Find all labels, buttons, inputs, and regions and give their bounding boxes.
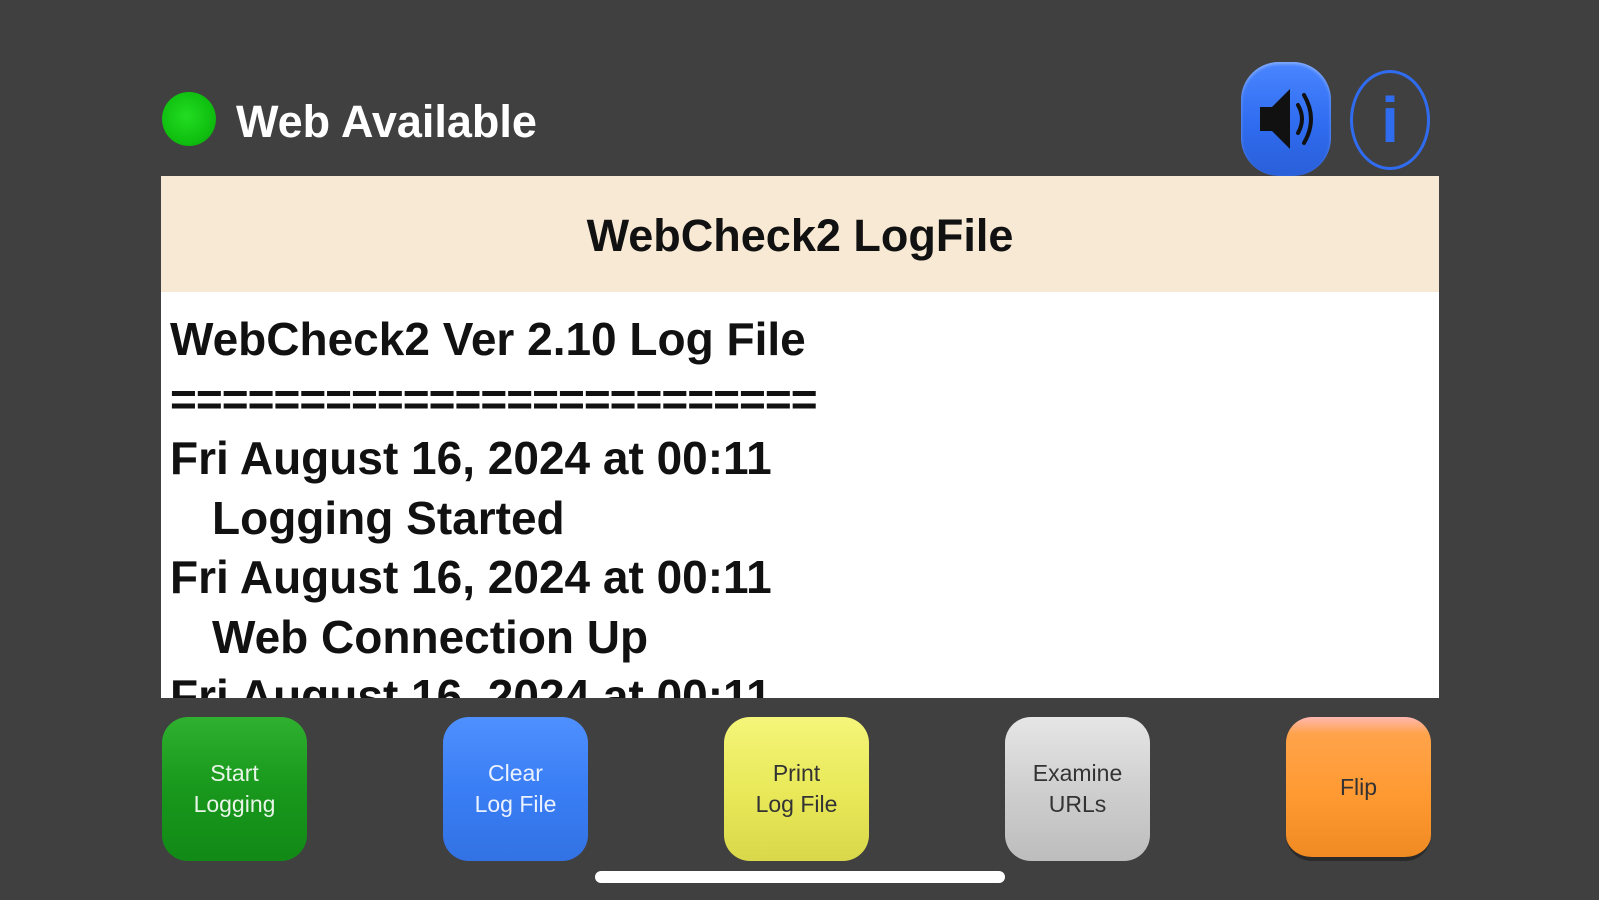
web-status-label: Web Available	[236, 96, 537, 147]
log-line: Web Connection Up	[212, 610, 649, 663]
log-line: =========================	[170, 372, 818, 425]
examine-urls-button[interactable]: Examine URLs	[1005, 717, 1150, 861]
speaker-icon	[1260, 89, 1313, 149]
log-line: WebCheck2 Ver 2.10 Log File	[170, 313, 806, 365]
log-header: WebCheck2 LogFile	[161, 176, 1439, 292]
log-text-area[interactable]: WebCheck2 Ver 2.10 Log File ============…	[161, 292, 1439, 698]
sound-toggle-button[interactable]	[1241, 62, 1331, 176]
clear-log-file-button[interactable]: Clear Log File	[443, 717, 588, 861]
flip-button[interactable]: Flip	[1286, 717, 1431, 861]
log-title: WebCheck2 LogFile	[586, 210, 1014, 261]
info-icon: i	[1381, 84, 1399, 156]
log-panel[interactable]: WebCheck2 LogFile WebCheck2 Ver 2.10 Log…	[161, 176, 1439, 698]
web-status-indicator	[162, 92, 216, 146]
info-button[interactable]: i	[1350, 70, 1430, 170]
log-line: Logging Started	[212, 491, 565, 544]
log-line: Fri August 16, 2024 at 00:11	[170, 670, 772, 698]
log-line: Fri August 16, 2024 at 00:11	[170, 432, 772, 484]
app-screen: Web Available i WebCheck2 LogFile WebChe…	[0, 0, 1599, 900]
start-logging-button[interactable]: Start Logging	[162, 717, 307, 861]
print-log-file-button[interactable]: Print Log File	[724, 717, 869, 861]
home-indicator[interactable]	[595, 871, 1005, 883]
log-line: Fri August 16, 2024 at 00:11	[170, 551, 772, 603]
